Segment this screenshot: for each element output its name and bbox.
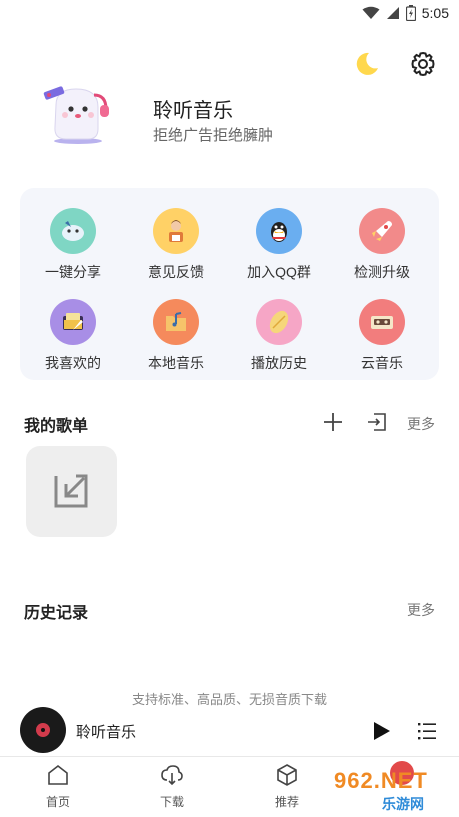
share-icon: [50, 208, 96, 254]
add-playlist-button[interactable]: [322, 411, 344, 433]
wifi-icon: [362, 6, 380, 19]
moon-icon: [356, 52, 378, 75]
grid-label: 云音乐: [361, 355, 403, 371]
app-name: 聆听音乐: [153, 100, 233, 122]
cloud-music-icon: [359, 299, 405, 345]
album-disc-icon: [20, 707, 66, 753]
grid-item-upgrade[interactable]: 检测升级: [332, 208, 432, 282]
grid-label: 检测升级: [354, 264, 410, 280]
disc-hole: [41, 728, 45, 732]
list-icon: [418, 723, 436, 740]
favorite-icon: [50, 299, 96, 345]
watermark-subtext: 乐游网: [382, 796, 424, 812]
grid-item-cloud-music[interactable]: 云音乐: [332, 299, 432, 373]
cube-icon: [277, 764, 297, 786]
grid-item-local-music[interactable]: 本地音乐: [126, 299, 226, 373]
gear-icon: [411, 51, 435, 77]
settings-button[interactable]: [409, 50, 437, 78]
history-title: 历史记录: [24, 605, 89, 622]
grid-item-history[interactable]: 播放历史: [229, 299, 329, 373]
grid-label: 本地音乐: [148, 355, 204, 371]
status-time: 5:05: [421, 5, 449, 21]
history-more-link[interactable]: 更多: [407, 600, 435, 620]
download-icon: [161, 765, 183, 786]
play-icon: [374, 722, 390, 740]
plus-icon: [324, 413, 342, 431]
grid-item-feedback[interactable]: 意见反馈: [126, 208, 226, 282]
watermark-text: 962.NET: [334, 768, 428, 793]
status-icons: 5:05: [362, 4, 449, 22]
app-mascot-avatar: [40, 83, 118, 145]
home-icon: [48, 764, 68, 785]
playlists-more-link[interactable]: 更多: [407, 414, 435, 434]
nav-label: 首页: [45, 795, 70, 809]
grid-item-favorites[interactable]: 我喜欢的: [23, 299, 123, 373]
import-arrow-icon: [54, 474, 88, 508]
mini-player[interactable]: 聆听音乐: [0, 705, 459, 755]
grid-label: 加入QQ群: [247, 264, 311, 280]
playlist-queue-button[interactable]: [415, 719, 439, 743]
import-playlist-button[interactable]: [366, 411, 388, 433]
playlists-title: 我的歌单: [24, 418, 89, 435]
feedback-icon: [153, 208, 199, 254]
app-tagline: 拒绝广告拒绝臃肿: [153, 127, 274, 144]
battery-icon: [405, 5, 416, 21]
feature-grid-card: 一键分享 意见反馈 加入QQ群 检测升级 我喜欢的 本地音乐 播放历史 云音乐: [20, 188, 439, 380]
upgrade-icon: [359, 208, 405, 254]
signal-icon: [386, 7, 399, 19]
nav-label: 下载: [159, 795, 184, 809]
history-icon: [256, 299, 302, 345]
grid-item-share[interactable]: 一键分享: [23, 208, 123, 282]
nav-recommend[interactable]: 推荐: [247, 763, 327, 810]
local-music-icon: [153, 299, 199, 345]
nav-home[interactable]: 首页: [18, 763, 98, 810]
mascot-icon: [43, 86, 109, 144]
grid-label: 意见反馈: [148, 264, 204, 280]
grid-label: 一键分享: [45, 264, 101, 280]
watermark-logo: 962.NET 乐游网: [322, 762, 456, 814]
nav-label: 推荐: [274, 795, 299, 809]
play-button[interactable]: [370, 720, 392, 742]
import-icon: [368, 413, 386, 431]
grid-item-qq-group[interactable]: 加入QQ群: [229, 208, 329, 282]
nav-download[interactable]: 下载: [132, 763, 212, 810]
night-mode-button[interactable]: [352, 50, 380, 78]
qq-icon: [256, 208, 302, 254]
grid-label: 我喜欢的: [45, 355, 101, 371]
status-bar: 5:05: [0, 0, 459, 28]
grid-label: 播放历史: [251, 355, 307, 371]
now-playing-title: 聆听音乐: [76, 724, 137, 741]
import-playlist-tile[interactable]: [26, 446, 117, 537]
